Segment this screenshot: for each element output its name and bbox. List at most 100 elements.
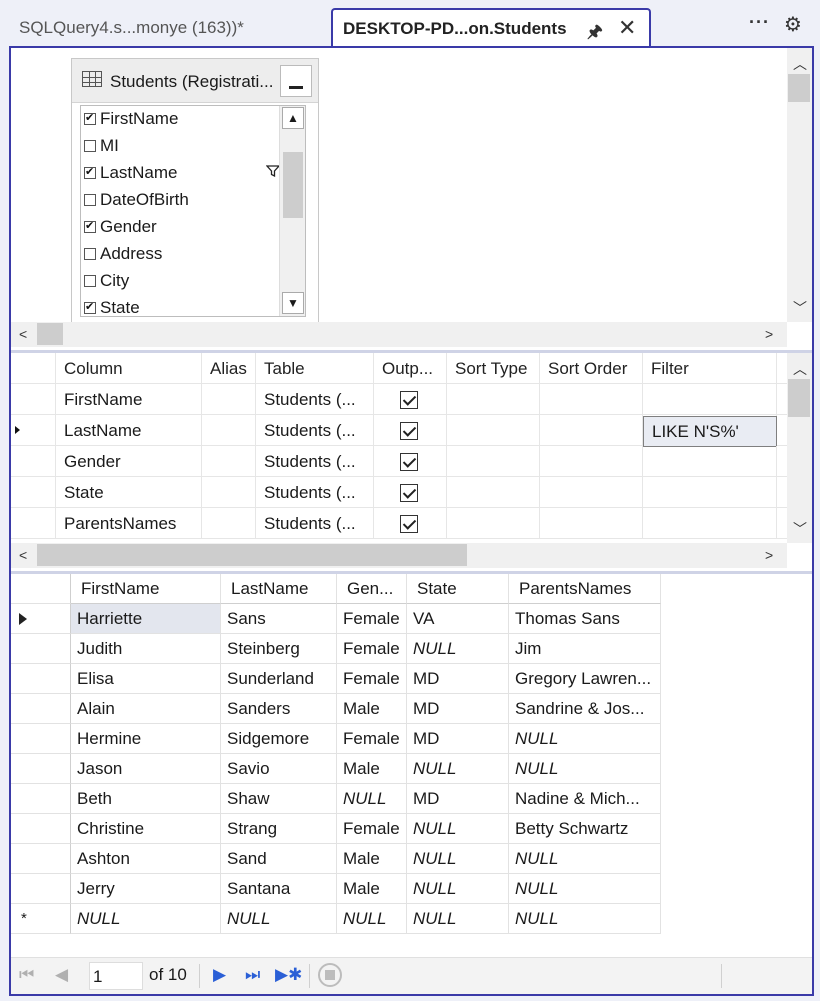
column-cell[interactable]: LastName bbox=[56, 415, 202, 446]
result-cell[interactable]: Sanders bbox=[221, 694, 337, 724]
result-cell[interactable]: Sunderland bbox=[221, 664, 337, 694]
table-cell[interactable]: Students (... bbox=[256, 384, 374, 415]
scroll-down-button[interactable]: ▼ bbox=[282, 292, 304, 314]
result-cell[interactable]: NULL bbox=[509, 904, 661, 934]
output-cell[interactable] bbox=[374, 415, 447, 446]
results-column-header[interactable]: Gen... bbox=[337, 574, 407, 604]
result-cell[interactable]: Santana bbox=[221, 874, 337, 904]
column-checkbox[interactable] bbox=[84, 139, 96, 152]
criteria-column-header[interactable]: Table bbox=[256, 353, 374, 384]
result-cell[interactable]: Steinberg bbox=[221, 634, 337, 664]
column-list-scrollbar[interactable]: ▲ ▼ bbox=[279, 106, 305, 316]
row-selector[interactable] bbox=[11, 814, 71, 844]
result-cell[interactable]: NULL bbox=[509, 724, 661, 754]
results-column-header[interactable]: FirstName bbox=[71, 574, 221, 604]
filter-cell[interactable] bbox=[643, 508, 777, 539]
result-cell[interactable]: Male bbox=[337, 694, 407, 724]
result-cell[interactable]: Thomas Sans bbox=[509, 604, 661, 634]
sort-order-cell[interactable] bbox=[540, 508, 643, 539]
minimize-button[interactable] bbox=[280, 65, 312, 97]
column-item[interactable]: Gender bbox=[84, 213, 157, 240]
result-cell[interactable]: NULL bbox=[407, 904, 509, 934]
result-cell[interactable]: Female bbox=[337, 724, 407, 754]
sort-order-cell[interactable] bbox=[540, 477, 643, 508]
row-selector[interactable] bbox=[11, 784, 71, 814]
alias-cell[interactable] bbox=[202, 415, 256, 446]
chevron-right-icon[interactable]: > bbox=[765, 326, 773, 342]
column-item[interactable]: City bbox=[84, 267, 129, 294]
output-cell[interactable] bbox=[374, 508, 447, 539]
scroll-thumb[interactable] bbox=[37, 323, 63, 345]
result-cell[interactable]: Christine bbox=[71, 814, 221, 844]
column-checkbox[interactable] bbox=[84, 300, 96, 314]
more-options-icon[interactable]: ··· bbox=[749, 12, 770, 33]
output-cell[interactable] bbox=[374, 477, 447, 508]
criteria-column-header[interactable]: Alias bbox=[202, 353, 256, 384]
select-all-cell[interactable] bbox=[11, 574, 71, 604]
row-selector[interactable] bbox=[11, 634, 71, 664]
result-cell[interactable]: Male bbox=[337, 874, 407, 904]
row-selector[interactable] bbox=[11, 446, 56, 477]
column-checkbox[interactable] bbox=[84, 247, 96, 260]
row-selector[interactable] bbox=[11, 604, 71, 634]
row-selector[interactable] bbox=[11, 477, 56, 508]
result-cell[interactable]: Sans bbox=[221, 604, 337, 634]
last-record-icon[interactable]: ⏭ bbox=[245, 965, 260, 985]
criteria-row[interactable]: ParentsNames Students (... bbox=[11, 508, 787, 539]
sort-type-cell[interactable] bbox=[447, 446, 540, 477]
row-selector[interactable] bbox=[11, 508, 56, 539]
row-selector[interactable] bbox=[11, 754, 71, 784]
result-cell[interactable]: Betty Schwartz bbox=[509, 814, 661, 844]
result-cell[interactable]: MD bbox=[407, 724, 509, 754]
result-cell[interactable]: Sand bbox=[221, 844, 337, 874]
table-row[interactable]: Judith Steinberg Female NULL Jim bbox=[11, 634, 661, 664]
table-widget-header[interactable]: Students (Registrati... bbox=[72, 59, 318, 103]
row-selector[interactable] bbox=[11, 664, 71, 694]
table-row[interactable]: Jerry Santana Male NULL NULL bbox=[11, 874, 661, 904]
result-cell[interactable]: Jason bbox=[71, 754, 221, 784]
result-cell[interactable]: Ashton bbox=[71, 844, 221, 874]
result-cell[interactable]: Jim bbox=[509, 634, 661, 664]
sort-type-cell[interactable] bbox=[447, 477, 540, 508]
scroll-thumb[interactable] bbox=[788, 74, 810, 102]
chevron-down-icon[interactable]: ﹀ bbox=[793, 298, 807, 318]
criteria-column-header[interactable]: Sort Order bbox=[540, 353, 643, 384]
criteria-row[interactable]: Gender Students (... bbox=[11, 446, 787, 477]
new-record-icon[interactable]: ▶✱ bbox=[275, 965, 302, 985]
filter-input[interactable]: LIKE N'S%' bbox=[643, 416, 777, 447]
result-cell[interactable]: Sidgemore bbox=[221, 724, 337, 754]
result-cell[interactable]: Harriette bbox=[71, 604, 221, 634]
current-record-input[interactable]: 1 bbox=[89, 962, 143, 990]
table-row[interactable]: Jason Savio Male NULL NULL bbox=[11, 754, 661, 784]
output-checkbox[interactable] bbox=[400, 515, 418, 533]
alias-cell[interactable] bbox=[202, 384, 256, 415]
result-cell[interactable]: NULL bbox=[407, 874, 509, 904]
new-row[interactable]: * NULL NULL NULL NULL NULL bbox=[11, 904, 661, 934]
result-cell[interactable]: Judith bbox=[71, 634, 221, 664]
result-cell[interactable]: Alain bbox=[71, 694, 221, 724]
first-record-icon[interactable]: ⏮ bbox=[19, 965, 34, 985]
next-record-icon[interactable]: ▶ bbox=[213, 965, 226, 985]
result-cell[interactable]: Female bbox=[337, 604, 407, 634]
sort-type-cell[interactable] bbox=[447, 415, 540, 446]
result-cell[interactable]: Jerry bbox=[71, 874, 221, 904]
criteria-column-header[interactable]: Column bbox=[56, 353, 202, 384]
result-cell[interactable]: Nadine & Mich... bbox=[509, 784, 661, 814]
result-cell[interactable]: NULL bbox=[407, 634, 509, 664]
column-item[interactable]: MI bbox=[84, 132, 119, 159]
result-cell[interactable]: NULL bbox=[407, 814, 509, 844]
result-cell[interactable]: Male bbox=[337, 754, 407, 784]
output-checkbox[interactable] bbox=[400, 484, 418, 502]
column-checkbox[interactable] bbox=[84, 111, 96, 125]
criteria-vertical-scrollbar[interactable]: ︿ ﹀ bbox=[787, 353, 812, 543]
table-row[interactable]: Harriette Sans Female VA Thomas Sans bbox=[11, 604, 661, 634]
diagram-horizontal-scrollbar[interactable]: < > bbox=[11, 322, 787, 347]
alias-cell[interactable] bbox=[202, 508, 256, 539]
pin-icon[interactable]: 🖈 bbox=[587, 19, 603, 48]
column-checkbox[interactable] bbox=[84, 219, 96, 233]
result-cell[interactable]: Shaw bbox=[221, 784, 337, 814]
result-cell[interactable]: Female bbox=[337, 814, 407, 844]
result-cell[interactable]: NULL bbox=[509, 844, 661, 874]
criteria-row[interactable]: FirstName Students (... bbox=[11, 384, 787, 415]
scroll-thumb[interactable] bbox=[37, 544, 467, 566]
